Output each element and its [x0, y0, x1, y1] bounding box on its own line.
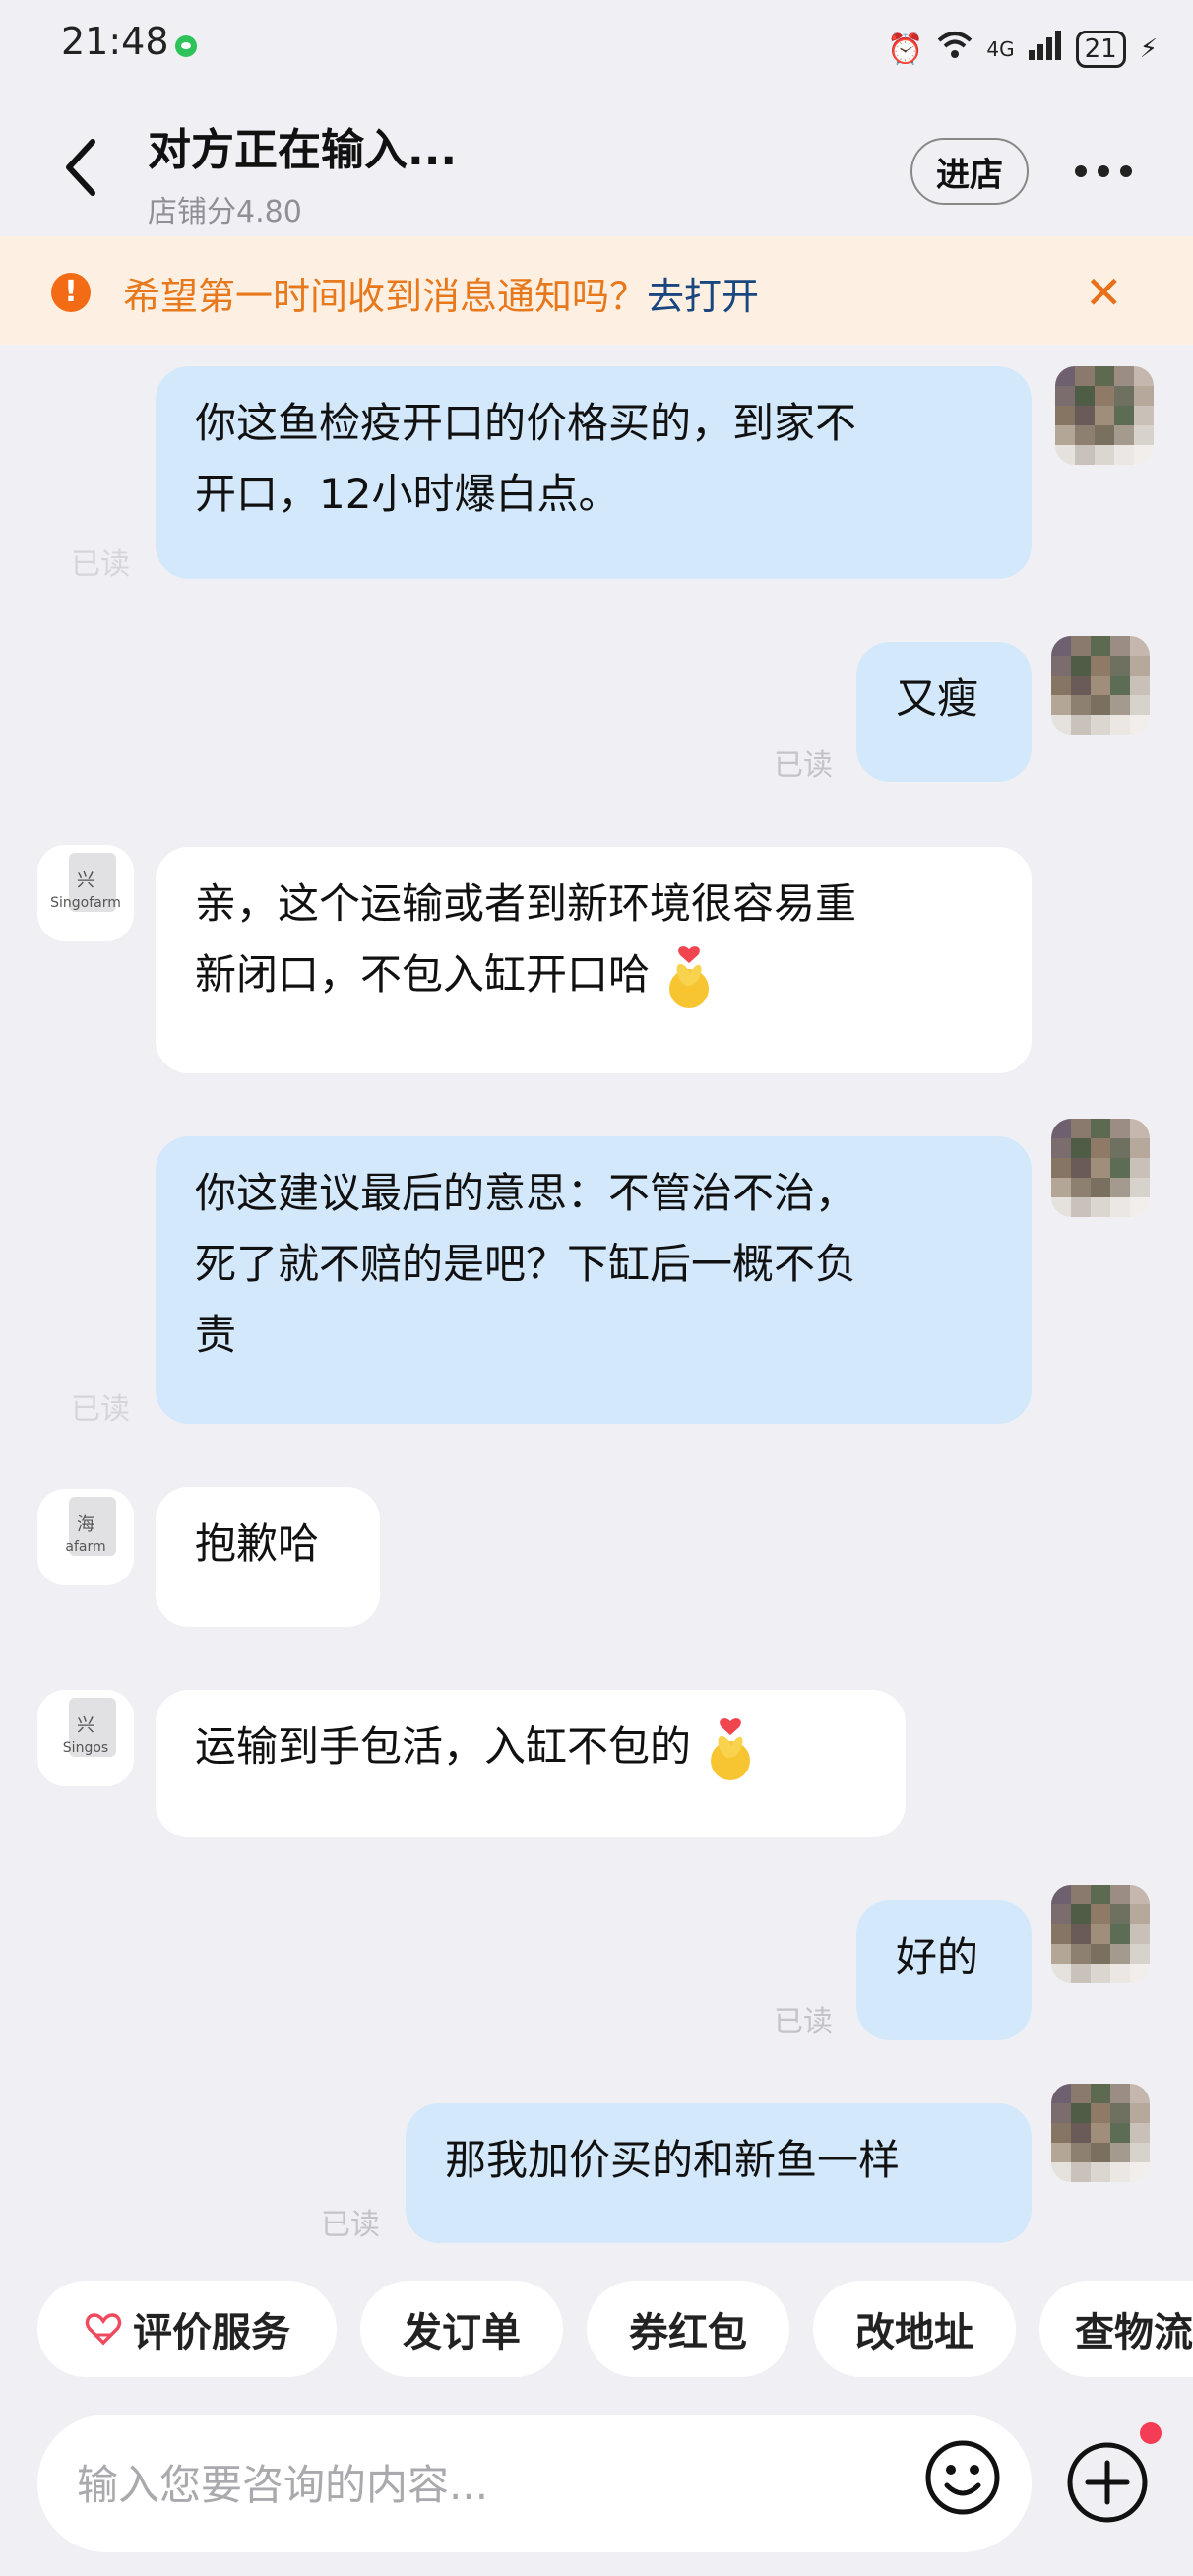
alarm-icon: ⏰ [887, 32, 924, 67]
message-bubble-sent[interactable]: 那我加价买的和新鱼一样 [406, 2103, 1032, 2243]
status-time: 21:48 [61, 20, 169, 63]
banner-text: 希望第一时间收到消息通知吗？去打开 [123, 266, 759, 320]
coupon-chip[interactable]: 券红包 [587, 2281, 789, 2377]
user-avatar[interactable] [1051, 636, 1150, 735]
message-bubble-sent[interactable]: 你这鱼检疫开口的价格买的，到家不 开口，12小时爆白点。 [156, 366, 1032, 579]
status-icons: ⏰ 4G 21 ⚡ [887, 22, 1158, 77]
enable-notifications-link[interactable]: 去打开 [647, 275, 759, 318]
message-line: 你这建议最后的意思：不管治不治， [195, 1169, 857, 1217]
enter-store-button[interactable]: 进店 [910, 138, 1029, 205]
chip-label: 券红包 [629, 2310, 747, 2355]
more-options-icon[interactable] [1075, 165, 1136, 177]
more-actions-plus-icon[interactable] [1063, 2438, 1152, 2527]
user-avatar[interactable] [1055, 366, 1154, 465]
message-bubble-received[interactable]: 运输到手包活，入缸不包的 [156, 1690, 906, 1837]
shop-avatar-text: Singofarm [50, 895, 121, 911]
input-placeholder: 输入您要咨询的内容... [77, 2461, 489, 2509]
finger-heart-emoji-icon [711, 1717, 751, 1780]
message-line: 开口，12小时爆白点。 [195, 470, 620, 518]
message-bubble-sent[interactable]: 你这建议最后的意思：不管治不治， 死了就不赔的是吧？下缸后一概不负 责 [156, 1136, 1032, 1424]
warning-icon: ! [51, 273, 91, 312]
store-score: 店铺分4.80 [148, 195, 302, 229]
message-line: 又瘦 [896, 675, 979, 723]
chat-title: 对方正在输入... [148, 125, 458, 175]
new-badge-dot [1140, 2422, 1162, 2444]
shop-avatar-text: 海 [77, 1514, 94, 1535]
close-icon[interactable]: ✕ [1085, 266, 1123, 319]
finger-heart-emoji-icon [669, 945, 710, 1008]
message-line: 你这鱼检疫开口的价格买的，到家不 [195, 399, 857, 447]
message-line: 抱歉哈 [195, 1519, 320, 1568]
battery-indicator: 21 [1075, 31, 1126, 68]
rate-service-chip[interactable]: 评价服务 [37, 2281, 337, 2377]
read-receipt: 已读 [321, 2208, 380, 2242]
track-shipping-chip[interactable]: 查物流 [1039, 2281, 1193, 2377]
message-bubble-sent[interactable]: 好的 [856, 1900, 1032, 2040]
message-line: 亲，这个运输或者到新环境很容易重 [195, 879, 857, 928]
message-line: 运输到手包活，入缸不包的 [195, 1722, 692, 1771]
charging-icon: ⚡ [1139, 34, 1158, 64]
message-line: 责 [195, 1311, 237, 1359]
read-receipt: 已读 [71, 547, 130, 582]
emoji-picker-icon[interactable] [923, 2438, 1002, 2517]
message-line: 好的 [896, 1933, 979, 1981]
read-receipt: 已读 [774, 748, 833, 783]
heart-outline-icon [85, 2313, 122, 2346]
chip-label: 评价服务 [133, 2310, 290, 2355]
wechat-notification-icon [175, 35, 197, 57]
network-type: 4G [986, 37, 1015, 61]
message-bubble-sent[interactable]: 又瘦 [856, 642, 1032, 782]
message-line: 新闭口，不包入缸开口哈 [195, 950, 651, 998]
chip-label: 查物流 [1075, 2310, 1193, 2355]
change-address-chip[interactable]: 改地址 [813, 2281, 1016, 2377]
shop-avatar[interactable]: 兴 Singofarm [37, 845, 134, 941]
read-receipt: 已读 [774, 2005, 833, 2039]
read-receipt: 已读 [71, 1392, 130, 1427]
shop-avatar-text: Singos [62, 1740, 109, 1756]
message-line: 那我加价买的和新鱼一样 [445, 2136, 901, 2184]
chip-label: 改地址 [855, 2310, 973, 2355]
wifi-icon [937, 31, 973, 68]
send-order-chip[interactable]: 发订单 [360, 2281, 563, 2377]
user-avatar[interactable] [1051, 1885, 1150, 1983]
message-line: 死了就不赔的是吧？下缸后一概不负 [195, 1240, 857, 1288]
shop-avatar[interactable]: 兴 Singos [37, 1690, 134, 1786]
user-avatar[interactable] [1051, 1119, 1150, 1217]
message-bubble-received[interactable]: 亲，这个运输或者到新环境很容易重 新闭口，不包入缸开口哈 [156, 847, 1032, 1073]
back-arrow-icon[interactable] [61, 138, 100, 197]
user-avatar[interactable] [1051, 2084, 1150, 2182]
message-bubble-received[interactable]: 抱歉哈 [156, 1487, 380, 1627]
signal-icon [1028, 31, 1062, 68]
chip-label: 发订单 [403, 2310, 521, 2355]
banner-message: 希望第一时间收到消息通知吗？ [123, 275, 648, 318]
shop-avatar[interactable]: 海 afarm [37, 1489, 134, 1585]
